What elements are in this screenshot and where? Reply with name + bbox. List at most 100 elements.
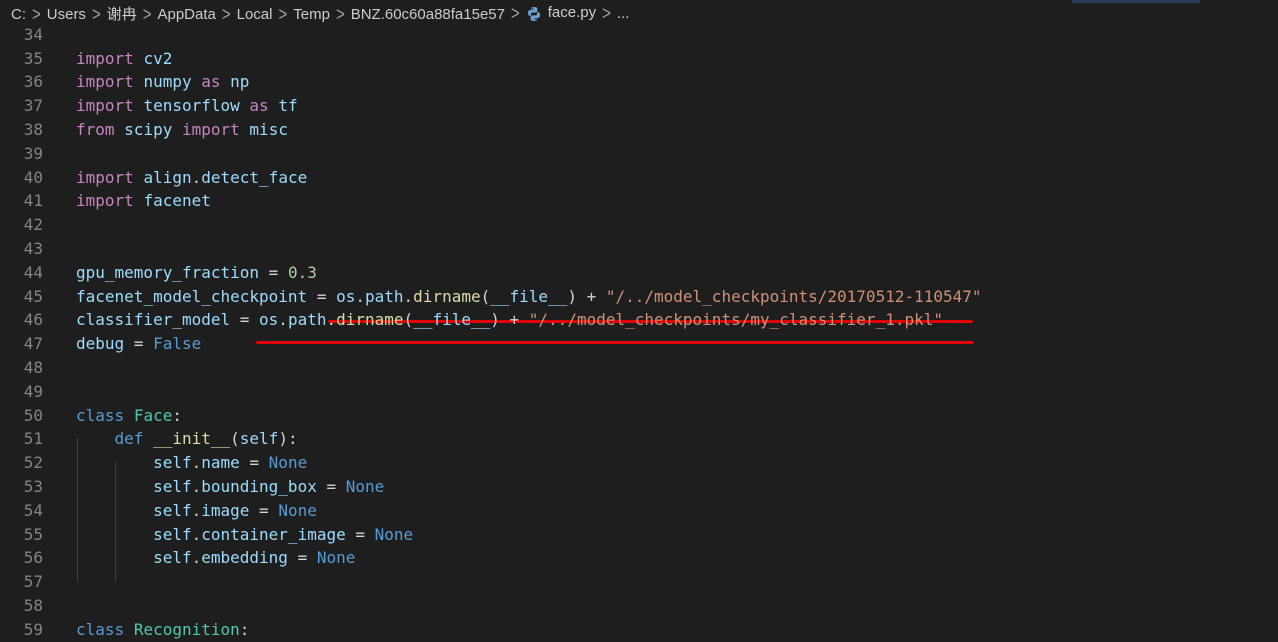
code-token: None: [278, 500, 317, 520]
code-token: .: [191, 548, 202, 568]
code-line[interactable]: 39: [0, 142, 1278, 166]
line-number: 34: [23, 24, 43, 44]
line-number: 51: [23, 429, 43, 449]
line-number: 57: [23, 572, 43, 592]
code-token: ) +: [490, 310, 529, 330]
code-text: classifier_model = os.path.dirname(__fil…: [76, 308, 943, 332]
breadcrumb-item[interactable]: 谢冉: [107, 6, 137, 23]
code-line[interactable]: 51 def __init__(self):: [0, 427, 1278, 451]
chevron-right-icon: >: [142, 2, 152, 26]
line-number: 46: [23, 310, 43, 330]
code-line[interactable]: 55 self.container_image = None: [0, 523, 1278, 547]
code-token: path: [287, 310, 327, 330]
code-token: numpy: [143, 72, 192, 92]
chevron-right-icon: >: [511, 1, 520, 25]
code-token: image: [201, 500, 250, 520]
code-line[interactable]: 53 self.bounding_box = None: [0, 475, 1278, 499]
code-token: =: [249, 500, 279, 520]
code-line[interactable]: 47 debug = False: [0, 332, 1278, 356]
code-token: cv2: [143, 48, 173, 68]
code-text: import cv2: [76, 47, 172, 71]
breadcrumb-item[interactable]: Users: [47, 6, 86, 23]
scroll-indicator[interactable]: [1072, 0, 1200, 3]
code-line[interactable]: 56 self.embedding = None: [0, 546, 1278, 570]
code-line[interactable]: 40 import align.detect_face: [0, 166, 1278, 190]
code-line[interactable]: 34: [0, 23, 1278, 47]
code-token: "/../model_checkpoints/20170512-110547": [605, 286, 982, 306]
chevron-right-icon: >: [91, 2, 101, 26]
code-text: def __init__(self):: [76, 427, 298, 451]
breadcrumb-item[interactable]: Local: [237, 6, 273, 23]
code-text: from scipy import misc: [76, 118, 288, 142]
code-text: import tensorflow as tf: [76, 94, 298, 118]
code-line[interactable]: 41 import facenet: [0, 189, 1278, 213]
code-token: =: [239, 453, 269, 473]
code-token: .: [191, 500, 202, 520]
code-text: self.bounding_box = None: [76, 475, 384, 499]
code-token: dirname: [336, 310, 404, 330]
code-token: path: [365, 286, 404, 306]
code-token: __file__: [490, 286, 568, 306]
chevron-right-icon: >: [278, 2, 288, 26]
code-line[interactable]: 44 gpu_memory_fraction = 0.3: [0, 261, 1278, 285]
code-token: Recognition: [133, 619, 240, 639]
code-token: =: [124, 334, 154, 354]
code-line[interactable]: 37 import tensorflow as tf: [0, 94, 1278, 118]
chevron-right-icon: >: [221, 2, 231, 26]
code-text: import numpy as np: [76, 70, 249, 94]
code-line[interactable]: 57: [0, 570, 1278, 594]
code-line[interactable]: 45 facenet_model_checkpoint = os.path.dir…: [0, 285, 1278, 309]
code-token: =: [259, 262, 288, 282]
code-token: :: [239, 619, 250, 639]
code-line[interactable]: 59 class Recognition:: [0, 618, 1278, 642]
code-token: tensorflow: [143, 96, 240, 116]
code-line[interactable]: 36 import numpy as np: [0, 70, 1278, 94]
code-line[interactable]: 54 self.image = None: [0, 499, 1278, 523]
line-number: 45: [23, 286, 43, 306]
code-line[interactable]: 50 class Face:: [0, 404, 1278, 428]
breadcrumb-more[interactable]: ...: [617, 5, 630, 22]
code-token: as: [249, 96, 269, 116]
code-token: =: [307, 286, 337, 306]
code-token: .: [355, 286, 365, 306]
breadcrumb-item[interactable]: BNZ.60c60a88fa15e57: [351, 6, 505, 23]
code-editor[interactable]: 33import os3435import cv236import numpy …: [0, 0, 1278, 640]
code-line[interactable]: 38 from scipy import misc: [0, 118, 1278, 142]
code-line[interactable]: 49: [0, 380, 1278, 404]
breadcrumb-item[interactable]: Temp: [293, 6, 330, 23]
line-number: 36: [23, 72, 43, 92]
code-line[interactable]: 52 self.name = None: [0, 451, 1278, 475]
code-token: =: [230, 310, 260, 330]
breadcrumb-item[interactable]: C:: [11, 6, 26, 23]
line-number: 55: [23, 524, 43, 544]
breadcrumb-item[interactable]: AppData: [157, 6, 215, 23]
code-line[interactable]: 42: [0, 213, 1278, 237]
code-token: facenet: [143, 191, 211, 211]
code-token: (: [403, 310, 414, 330]
breadcrumb-file-label: face.py: [547, 4, 597, 22]
code-line[interactable]: 48: [0, 356, 1278, 380]
chevron-right-icon: >: [335, 2, 345, 26]
code-token: .: [191, 477, 202, 496]
code-token: None: [374, 524, 414, 544]
line-number: 44: [23, 262, 43, 282]
code-token: import: [76, 167, 134, 187]
code-token: __file__: [413, 310, 491, 330]
line-number: 54: [23, 500, 43, 520]
code-token: from: [76, 120, 115, 139]
code-line[interactable]: 43: [0, 237, 1278, 261]
code-token: self: [153, 477, 192, 496]
code-token: None: [345, 477, 385, 496]
code-line[interactable]: 35 import cv2: [0, 47, 1278, 71]
code-line[interactable]: 46 classifier_model = os.path.dirname(__f…: [0, 308, 1278, 332]
code-line[interactable]: 58: [0, 594, 1278, 618]
code-token: import: [76, 191, 134, 211]
code-token: .: [403, 286, 414, 306]
code-token: classifier_model: [76, 310, 231, 330]
code-text: import align.detect_face: [76, 166, 307, 190]
breadcrumb-file[interactable]: face.py: [526, 4, 596, 21]
